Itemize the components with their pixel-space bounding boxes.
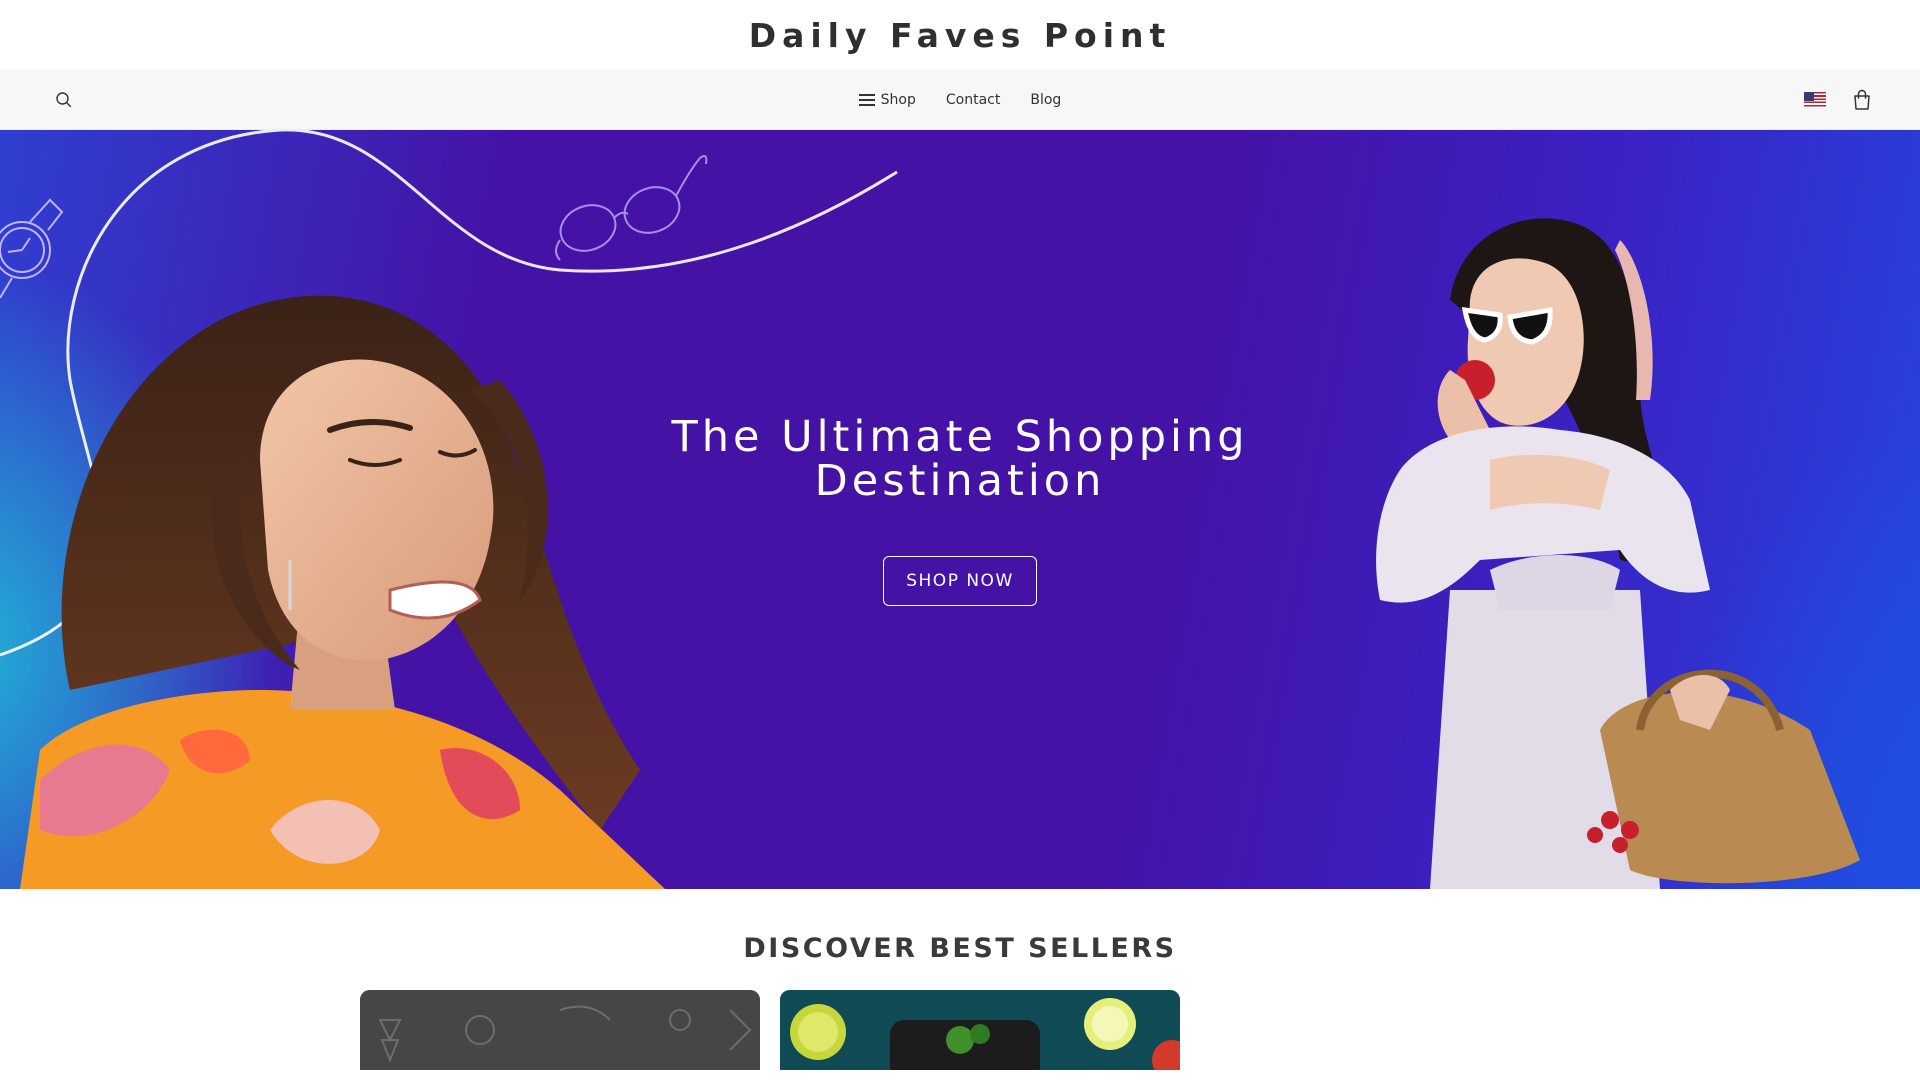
nav-blog-label: Blog [1030,91,1062,108]
site-logo-title[interactable]: Daily Faves Point [749,16,1172,55]
main-nav: Shop Contact Blog [0,70,1920,130]
hero-headline: The Ultimate Shopping Destination [671,412,1249,506]
nav-contact[interactable]: Contact [946,92,1000,108]
hamburger-menu-icon [858,93,875,106]
hero-banner: The Ultimate Shopping Destination SHOP N… [0,130,1920,889]
nav-blog[interactable]: Blog [1030,92,1061,108]
best-sellers-grid [0,964,1920,1070]
best-sellers-title: DISCOVER BEST SELLERS [743,933,1177,964]
product-card-2[interactable] [780,990,1180,1070]
us-flag-icon[interactable] [1804,92,1826,108]
shopping-bag-icon[interactable] [1852,89,1872,111]
search-icon[interactable] [54,90,74,110]
brand-header: Daily Faves Point [0,0,1920,70]
hero-text-block: The Ultimate Shopping Destination [0,415,1920,503]
nav-shop-label: Shop [880,91,916,108]
nav-contact-label: Contact [945,91,1001,108]
model-sunglasses-woman-image [1376,218,1860,889]
nav-actions [1804,89,1872,111]
product-image-1 [360,990,760,1070]
nav-shop[interactable]: Shop [858,91,916,108]
shop-now-button[interactable]: SHOP NOW [883,556,1037,606]
product-image-2 [780,990,1180,1070]
product-card-1[interactable] [360,990,760,1070]
best-sellers-section: DISCOVER BEST SELLERS [0,933,1920,1070]
model-smiling-woman-image [20,295,665,889]
nav-links: Shop Contact Blog [858,91,1061,108]
